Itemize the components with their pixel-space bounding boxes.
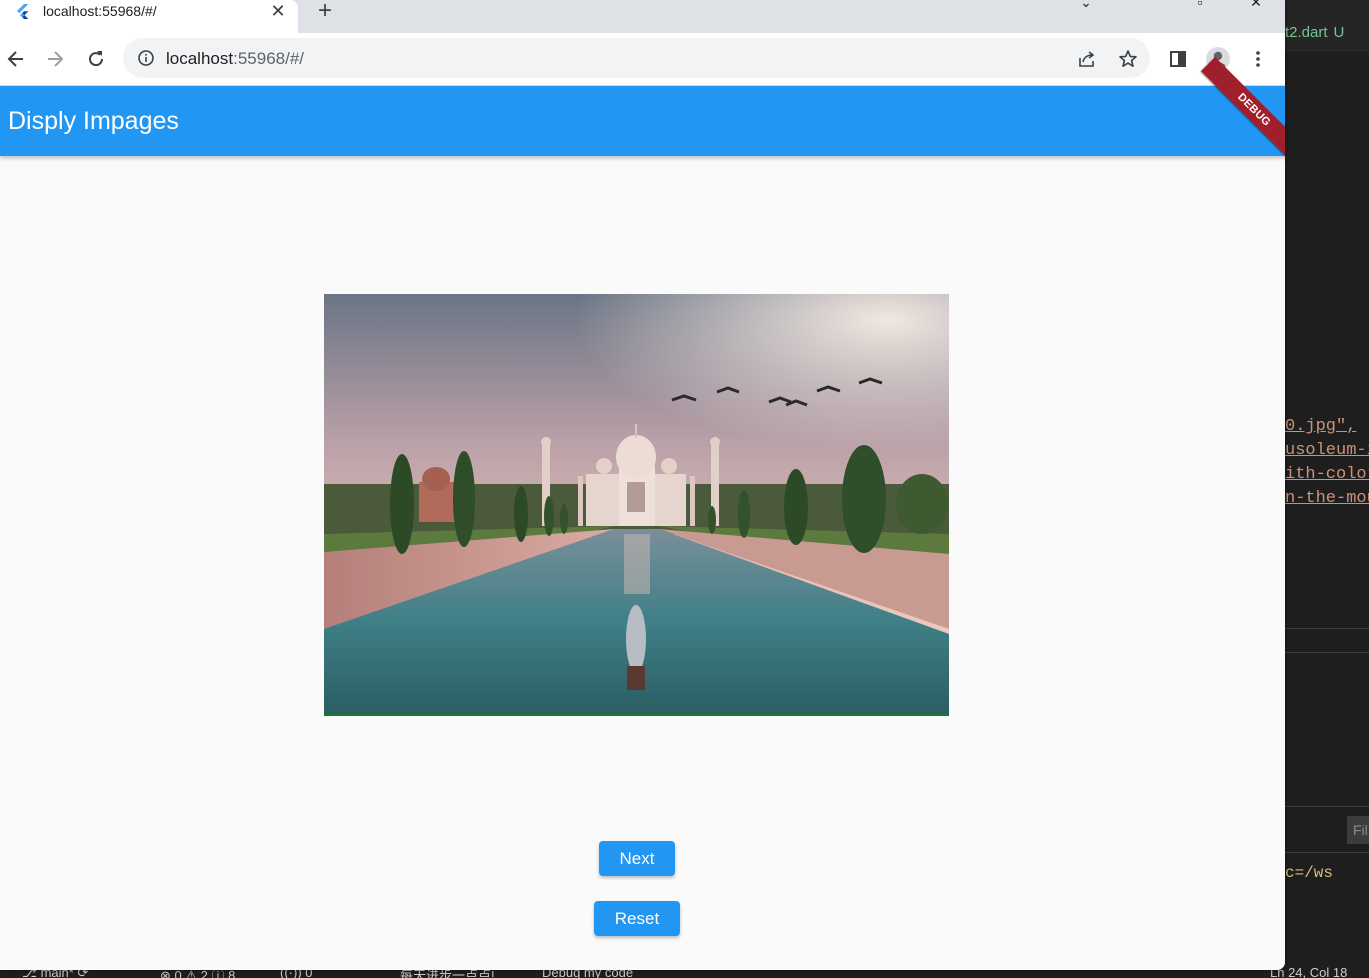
terminal-text: c=/ws [1285, 864, 1334, 882]
side-panel-icon[interactable] [1164, 45, 1192, 73]
vscode-window: t2.dart U 0.jpg", usoleum-i ith-color n-t… [1285, 0, 1369, 978]
vscode-tab-label: t2.dart U [1285, 24, 1345, 41]
browser-toolbar: localhost:55968/#/ [0, 33, 1285, 86]
code-line: n-the-mou [1285, 489, 1369, 508]
address-bar[interactable]: localhost:55968/#/ [123, 38, 1150, 78]
url-text[interactable]: localhost:55968/#/ [166, 49, 304, 69]
close-icon[interactable]: ✕ [266, 0, 290, 22]
vscode-editor-tab[interactable]: t2.dart U [1285, 0, 1369, 51]
restore-icon[interactable]: ⌄ [1076, 0, 1096, 10]
reset-button[interactable]: Reset [594, 901, 680, 936]
maximize-icon[interactable]: ▫ [1190, 0, 1210, 10]
app-bar: Disply Impages DEBUG [0, 56, 1285, 164]
flutter-icon [14, 3, 32, 21]
panel-divider [1285, 852, 1369, 853]
plus-icon[interactable]: + [311, 0, 339, 23]
reload-icon[interactable] [82, 45, 110, 73]
code-line: usoleum-i [1285, 441, 1369, 460]
filter-input[interactable]: Fil [1347, 816, 1369, 844]
more-vert-icon[interactable] [1244, 45, 1272, 73]
app-title: Disply Impages [8, 107, 179, 135]
code-line: 0.jpg", [1285, 417, 1357, 436]
app-viewport: Disply Impages DEBUG Next Reset [0, 56, 1285, 970]
info-icon[interactable] [137, 49, 155, 67]
tab-strip: localhost:55968/#/ ✕ + ⌄ ▫ ✕ [0, 0, 1285, 33]
browser-window: localhost:55968/#/ ✕ + ⌄ ▫ ✕ localhost:5… [0, 0, 1285, 970]
panel-divider [1285, 652, 1369, 653]
displayed-image [324, 294, 949, 716]
share-icon[interactable] [1076, 48, 1098, 70]
panel-divider [1285, 806, 1369, 807]
code-line: ith-color [1285, 465, 1369, 484]
window-close-icon[interactable]: ✕ [1246, 0, 1266, 10]
tab-title: localhost:55968/#/ [43, 3, 157, 19]
panel-divider [1285, 628, 1369, 629]
browser-tab[interactable]: localhost:55968/#/ ✕ [0, 0, 298, 33]
star-icon[interactable] [1117, 48, 1139, 70]
back-arrow-icon[interactable] [2, 45, 30, 73]
forward-arrow-icon[interactable] [41, 45, 69, 73]
next-button[interactable]: Next [599, 841, 675, 876]
